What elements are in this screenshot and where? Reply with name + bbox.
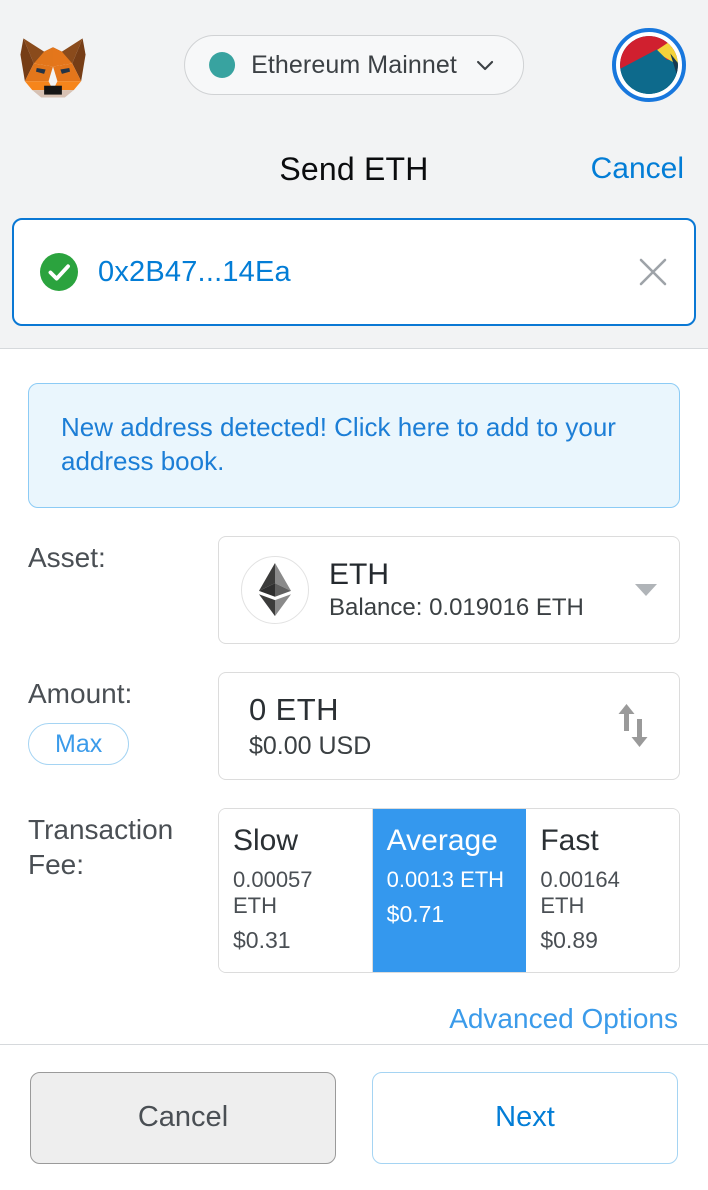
amount-value: 0 ETH bbox=[249, 691, 339, 727]
next-button[interactable]: Next bbox=[372, 1071, 678, 1164]
fee-option-fast[interactable]: Fast 0.00164 ETH $0.89 bbox=[526, 808, 679, 972]
amount-label-col: Amount: Max bbox=[28, 672, 218, 766]
metamask-fox-logo bbox=[20, 38, 86, 98]
asset-control-col: ETH Balance: 0.019016 ETH bbox=[218, 535, 680, 644]
asset-symbol: ETH bbox=[329, 557, 389, 591]
fee-option-eth: 0.0013 ETH bbox=[386, 866, 505, 892]
transaction-fee-row: Transaction Fee: Slow 0.00057 ETH $0.31 … bbox=[28, 807, 680, 973]
recipient-field-wrap: 0x2B47...14Ea bbox=[0, 208, 708, 348]
new-address-notice-text: New address detected! Click here to add … bbox=[61, 412, 616, 477]
asset-label-col: Asset: bbox=[28, 536, 218, 576]
fee-option-name: Slow bbox=[233, 823, 299, 857]
advanced-options-link[interactable]: Advanced Options bbox=[449, 1003, 678, 1034]
fee-option-fiat: $0.31 bbox=[233, 926, 291, 953]
network-status-dot bbox=[209, 52, 236, 78]
amount-input[interactable]: 0 ETH $0.00 USD bbox=[218, 671, 680, 780]
close-icon[interactable] bbox=[636, 255, 670, 289]
amount-label: Amount: bbox=[28, 677, 133, 709]
swap-vertical-arrows-icon[interactable] bbox=[613, 703, 653, 749]
transaction-fee-label-col: Transaction Fee: bbox=[28, 808, 218, 884]
fee-option-slow[interactable]: Slow 0.00057 ETH $0.31 bbox=[219, 808, 373, 972]
asset-selector[interactable]: ETH Balance: 0.019016 ETH bbox=[218, 535, 680, 644]
metamask-send-screen: Ethereum Mainnet Send ETH Cancel 0x2B47.… bbox=[0, 0, 708, 1190]
transaction-fee-control-col: Slow 0.00057 ETH $0.31 Average 0.0013 ET… bbox=[218, 807, 680, 973]
network-name: Ethereum Mainnet bbox=[251, 50, 457, 79]
header-cancel-link[interactable]: Cancel bbox=[591, 152, 684, 186]
fee-option-fiat: $0.89 bbox=[540, 926, 598, 953]
app-bar: Ethereum Mainnet bbox=[0, 0, 708, 130]
transaction-fee-label: Transaction Fee: bbox=[28, 813, 174, 881]
send-form-body: New address detected! Click here to add … bbox=[0, 349, 708, 1044]
chevron-down-icon bbox=[476, 60, 493, 71]
page-title-row: Send ETH Cancel bbox=[0, 130, 708, 208]
amount-control-col: 0 ETH $0.00 USD bbox=[218, 671, 680, 780]
caret-down-icon bbox=[635, 583, 657, 596]
asset-balance: Balance: 0.019016 ETH bbox=[329, 594, 584, 622]
asset-info: ETH Balance: 0.019016 ETH bbox=[329, 557, 615, 622]
recipient-address-text: 0x2B47...14Ea bbox=[98, 255, 291, 288]
cancel-button[interactable]: Cancel bbox=[30, 1071, 336, 1164]
transaction-fee-options: Slow 0.00057 ETH $0.31 Average 0.0013 ET… bbox=[218, 807, 680, 973]
footer-actions: Cancel Next bbox=[0, 1044, 708, 1190]
advanced-options-row: Advanced Options bbox=[28, 1003, 680, 1035]
asset-label: Asset: bbox=[28, 541, 106, 573]
new-address-notice-banner[interactable]: New address detected! Click here to add … bbox=[28, 383, 680, 508]
fee-option-fiat: $0.71 bbox=[386, 900, 445, 927]
fee-option-name: Average bbox=[386, 823, 498, 857]
header-region: Ethereum Mainnet Send ETH Cancel 0x2B47.… bbox=[0, 0, 708, 349]
identicon-graphic bbox=[620, 36, 678, 94]
ethereum-diamond-glyph bbox=[258, 562, 292, 616]
amount-values: 0 ETH $0.00 USD bbox=[249, 691, 613, 761]
max-amount-button[interactable]: Max bbox=[28, 723, 130, 766]
fee-option-eth: 0.00164 ETH bbox=[540, 866, 620, 918]
ethereum-token-icon bbox=[241, 555, 309, 624]
page-title: Send ETH bbox=[279, 150, 429, 187]
recipient-address-input[interactable]: 0x2B47...14Ea bbox=[12, 218, 696, 326]
amount-row: Amount: Max 0 ETH $0.00 USD bbox=[28, 671, 680, 780]
fee-option-name: Fast bbox=[540, 823, 599, 857]
amount-fiat-value: $0.00 USD bbox=[249, 731, 372, 760]
check-circle-icon bbox=[40, 253, 78, 291]
asset-row: Asset: ETH Balance: 0.019016 ETH bbox=[28, 535, 680, 644]
fee-option-eth: 0.00057 ETH bbox=[233, 866, 313, 918]
fee-option-average[interactable]: Average 0.0013 ETH $0.71 bbox=[372, 808, 527, 972]
account-identicon[interactable] bbox=[612, 28, 686, 102]
network-selector[interactable]: Ethereum Mainnet bbox=[184, 35, 524, 95]
